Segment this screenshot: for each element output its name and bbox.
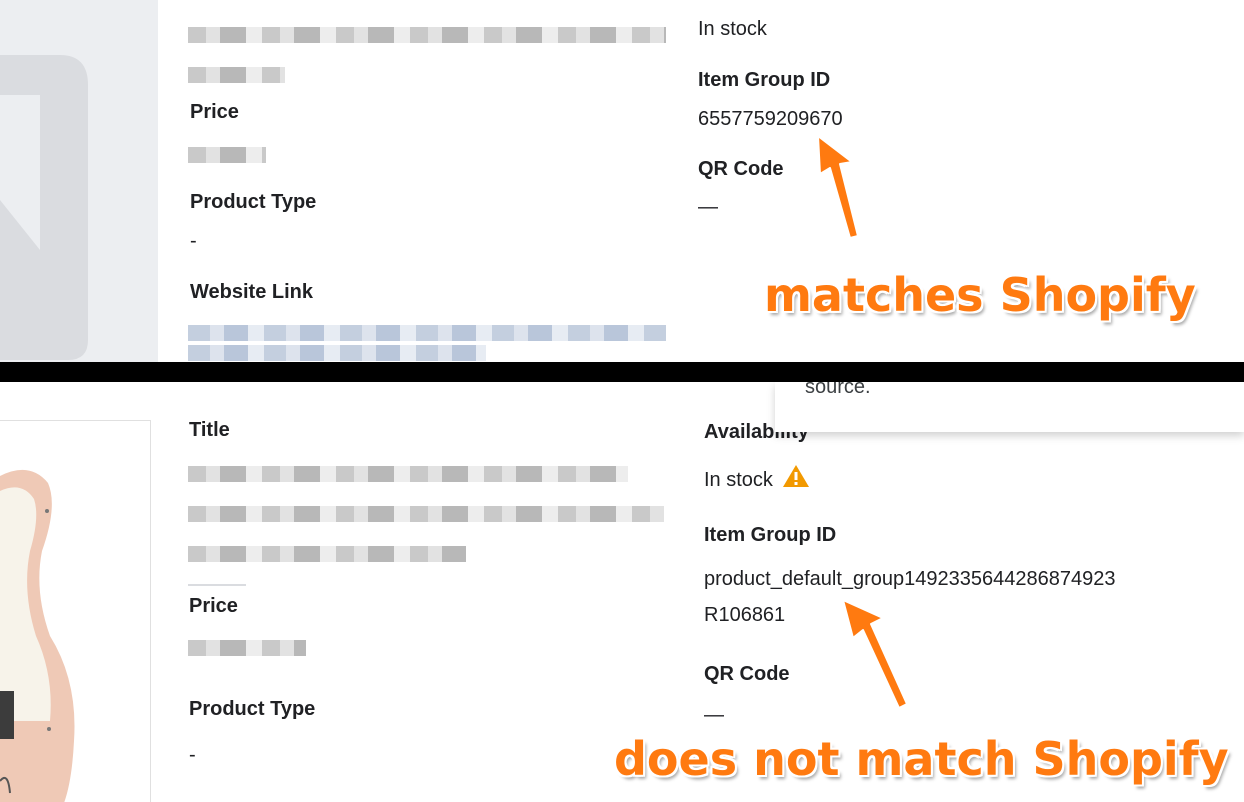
title-value-redacted xyxy=(188,506,664,522)
item-group-id-label: Item Group ID xyxy=(704,524,837,546)
qr-code-label: QR Code xyxy=(704,663,790,685)
annotation-arrow-icon xyxy=(842,599,908,709)
image-placeholder-icon xyxy=(0,0,158,362)
product-type-value: - xyxy=(189,744,196,766)
title-value-redacted xyxy=(188,27,666,43)
product-image-placeholder xyxy=(0,0,158,362)
title-value-redacted xyxy=(188,546,466,562)
availability-value: In stock xyxy=(698,18,767,40)
price-value-redacted xyxy=(188,640,306,656)
bottom-screenshot-panel: Title Price Product Type - Availability … xyxy=(0,382,1244,802)
item-group-id-value-line2: R106861 xyxy=(704,604,786,626)
qr-code-value: — xyxy=(704,704,724,726)
item-group-id-label: Item Group ID xyxy=(698,69,831,91)
price-label: Price xyxy=(189,595,238,617)
qr-code-label: QR Code xyxy=(698,158,784,180)
product-type-value: - xyxy=(190,230,197,252)
title-label: Title xyxy=(189,419,230,441)
matches-shopify-annotation: matches Shopify xyxy=(764,268,1196,322)
does-not-match-shopify-annotation: does not match Shopify xyxy=(614,732,1229,786)
website-link-label: Website Link xyxy=(190,281,313,303)
guitar-image-icon xyxy=(0,469,75,802)
qr-code-value: — xyxy=(698,196,718,218)
title-value-redacted xyxy=(188,67,285,83)
price-label: Price xyxy=(190,101,239,123)
website-link-redacted[interactable] xyxy=(188,345,486,361)
separator xyxy=(188,584,246,586)
tooltip-popup: source. xyxy=(775,376,1244,432)
title-value-redacted xyxy=(188,466,628,482)
availability-value: In stock xyxy=(704,469,773,491)
item-group-id-value: 6557759209670 xyxy=(698,108,843,130)
item-group-id-value-line1: product_default_group1492335644286874923 xyxy=(704,568,1116,590)
product-type-label: Product Type xyxy=(189,698,316,720)
screenshot-divider xyxy=(0,362,1244,382)
product-type-label: Product Type xyxy=(190,191,317,213)
top-screenshot-panel: Price Product Type - Website Link In sto… xyxy=(0,0,1244,362)
tooltip-text: source. xyxy=(805,376,871,398)
website-link-redacted[interactable] xyxy=(188,325,666,341)
availability-row: In stock xyxy=(704,464,810,492)
annotation-arrow-icon xyxy=(817,135,859,239)
warning-triangle-icon[interactable] xyxy=(782,464,810,488)
price-value-redacted xyxy=(188,147,266,163)
product-image xyxy=(0,420,151,802)
